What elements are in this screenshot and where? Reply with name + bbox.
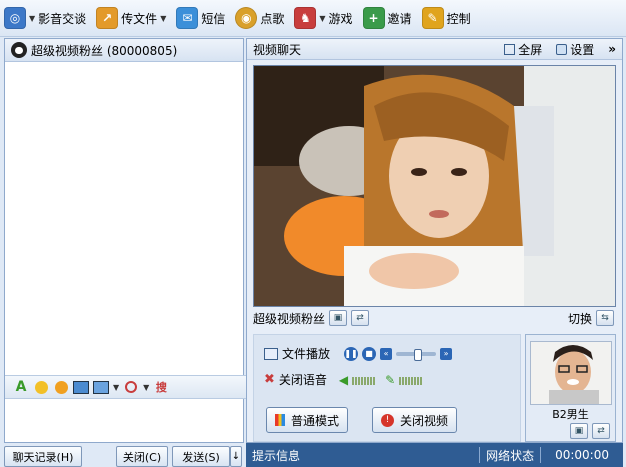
switch-label[interactable]: 切换: [568, 310, 592, 327]
microphone-volume-bar[interactable]: [399, 375, 423, 385]
monitor-icon: [264, 347, 278, 360]
chevron-down-icon[interactable]: ▼: [160, 14, 166, 23]
stop-video-icon: !: [381, 413, 394, 427]
toolbar-send-file[interactable]: ↗ 传文件 ▼: [92, 4, 172, 32]
sms-icon: ✉: [176, 7, 199, 29]
toolbar-video-chat[interactable]: ◎ ▼ 影音交谈: [0, 4, 92, 32]
normal-mode-button[interactable]: 普通模式: [266, 407, 349, 433]
chevron-down-icon[interactable]: ▼: [143, 383, 149, 392]
fullscreen-button[interactable]: 全屏: [504, 41, 542, 58]
song-icon: ◉: [235, 7, 258, 29]
voice-message-icon[interactable]: [123, 379, 139, 395]
toolbar-song[interactable]: ◉ 点歌: [231, 4, 290, 32]
toolbar-label: 点歌: [260, 11, 285, 26]
pause-icon[interactable]: ❚❚: [344, 346, 359, 361]
network-status: 网络状态: [486, 448, 535, 463]
screenshot-icon[interactable]: [73, 379, 89, 395]
remote-peer-name: 超级视频粉丝: [253, 311, 326, 326]
snapshot-icon[interactable]: ▣: [570, 423, 588, 439]
swap-icon[interactable]: ⇄: [592, 423, 610, 439]
penguin-icon: [11, 42, 27, 58]
remote-video-image: [254, 66, 615, 306]
invite-icon: +: [362, 7, 385, 29]
image-icon[interactable]: [93, 379, 109, 395]
playback-slider[interactable]: [396, 348, 437, 361]
message-input[interactable]: [5, 399, 243, 442]
media-controls: 文件播放 ❚❚ ■ « » ✖ 关闭语音 ◀ ✎ 普通模式 ! 关闭视频: [253, 334, 521, 442]
toolbar-label: 影音交谈: [38, 11, 87, 26]
video-panel-title: 视频聊天: [253, 42, 302, 57]
self-video[interactable]: B2男生 ▣ ⇄: [525, 334, 616, 442]
toolbar-invite[interactable]: + 邀请: [359, 4, 418, 32]
send-options-button[interactable]: ↓: [230, 446, 242, 467]
playback-slider-knob[interactable]: [414, 348, 423, 361]
close-button[interactable]: 关闭(C): [116, 446, 168, 467]
settings-icon: [556, 43, 568, 55]
search-icon[interactable]: 搜: [153, 379, 169, 395]
settings-button[interactable]: 设置: [556, 41, 594, 58]
self-video-image: [530, 341, 612, 405]
format-toolbar: A ▼ ▼ 搜: [5, 375, 251, 399]
chevron-down-icon[interactable]: ▼: [29, 14, 35, 23]
chat-panel: 超级视频粉丝 (80000805) A ▼ ▼ 搜: [4, 38, 251, 443]
switch-icon[interactable]: ⇆: [596, 310, 614, 326]
main-toolbar: ◎ ▼ 影音交谈 ↗ 传文件 ▼ ✉ 短信 ◉ 点歌 ♞ ▼ 游戏 + 邀请 ✎…: [0, 0, 626, 37]
close-video-label: 关闭视频: [400, 413, 449, 428]
toolbar-game[interactable]: ♞ ▼ 游戏: [290, 4, 358, 32]
fullscreen-icon: [504, 43, 516, 55]
remote-video[interactable]: [253, 65, 616, 307]
swap-icon[interactable]: ⇄: [351, 310, 370, 326]
emoticon-icon[interactable]: [33, 379, 49, 395]
snapshot-icon[interactable]: ▣: [329, 310, 348, 326]
toolbar-label: 邀请: [387, 11, 412, 26]
microphone-icon[interactable]: ✎: [385, 373, 395, 387]
speaker-volume-bar[interactable]: [352, 375, 376, 385]
fullscreen-label: 全屏: [518, 42, 543, 57]
control-icon: ✎: [421, 7, 444, 29]
video-header: 视频聊天 全屏 设置 »: [247, 39, 622, 60]
close-video-button[interactable]: ! 关闭视频: [372, 407, 458, 433]
status-bar: 提示信息 网络状态 00:00:00: [246, 443, 623, 467]
rewind-icon[interactable]: «: [380, 347, 393, 360]
chat-title: 超级视频粉丝 (80000805): [31, 43, 178, 58]
chat-history-button[interactable]: 聊天记录(H): [4, 446, 82, 467]
chevron-down-icon[interactable]: ▼: [113, 383, 119, 392]
magic-emoticon-icon[interactable]: [53, 379, 69, 395]
toolbar-label: 控制: [446, 11, 471, 26]
chevron-down-icon[interactable]: ▼: [319, 14, 325, 23]
toolbar-sms[interactable]: ✉ 短信: [172, 4, 231, 32]
fast-forward-icon[interactable]: »: [440, 347, 453, 360]
stop-icon[interactable]: ■: [362, 346, 377, 361]
call-timer: 00:00:00: [555, 448, 609, 462]
toolbar-label: 传文件: [121, 11, 158, 26]
video-chat-panel: 视频聊天 全屏 设置 » 超级视频粉丝 ▣ ⇄ 切换 ⇆ 文件播放 ❚❚ ■ «…: [246, 38, 623, 443]
expand-icon[interactable]: »: [608, 42, 616, 56]
mute-voice-label[interactable]: 关闭语音: [279, 371, 327, 388]
chat-header: 超级视频粉丝 (80000805): [5, 39, 243, 62]
send-button[interactable]: 发送(S): [172, 446, 230, 467]
voice-row: ✖ 关闭语音 ◀ ✎: [264, 371, 423, 388]
remote-video-footer: 超级视频粉丝 ▣ ⇄ 切换 ⇆: [253, 309, 614, 327]
toolbar-label: 游戏: [328, 11, 353, 26]
toolbar-label: 短信: [201, 11, 226, 26]
mode-icon: [275, 414, 285, 426]
self-name: B2男生: [552, 408, 589, 421]
toolbar-control[interactable]: ✎ 控制: [418, 4, 477, 32]
font-icon[interactable]: A: [13, 379, 29, 395]
file-play-label[interactable]: 文件播放: [282, 345, 330, 362]
message-history[interactable]: [5, 62, 243, 374]
settings-label: 设置: [570, 42, 595, 57]
mute-voice-icon: ✖: [264, 372, 275, 387]
send-file-icon: ↗: [96, 7, 119, 29]
status-tip: 提示信息: [252, 448, 301, 463]
file-play-row: 文件播放 ❚❚ ■ « »: [264, 345, 453, 362]
video-chat-icon: ◎: [4, 7, 26, 29]
normal-mode-label: 普通模式: [291, 413, 340, 428]
game-icon: ♞: [294, 7, 317, 29]
speaker-icon[interactable]: ◀: [339, 373, 348, 387]
